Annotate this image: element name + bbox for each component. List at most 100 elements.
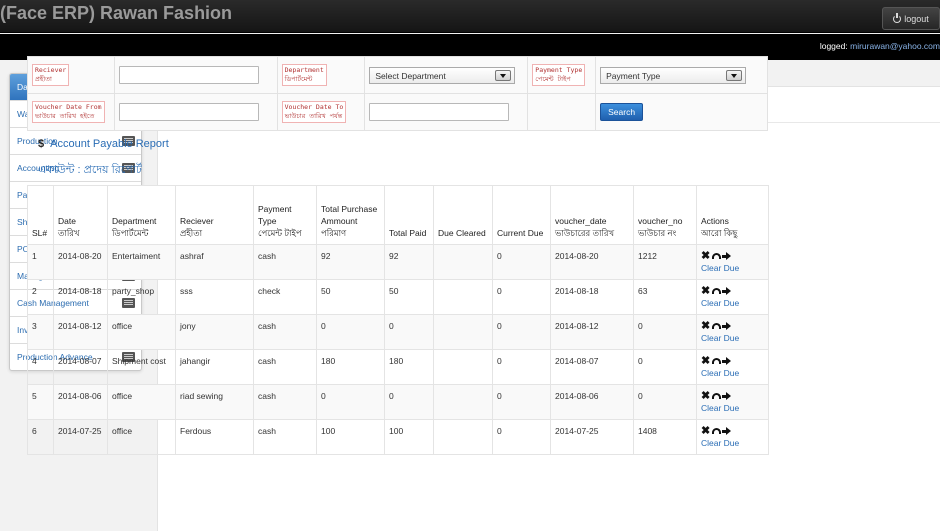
- clear-due-link[interactable]: Clear Due: [701, 333, 764, 344]
- actions-cell: ✖ Clear Due: [696, 384, 769, 420]
- table-cell: cash: [253, 244, 317, 280]
- table-cell: 6: [27, 419, 54, 455]
- undo-icon[interactable]: [712, 323, 722, 329]
- actions-cell: ✖ Clear Due: [696, 314, 769, 350]
- table-cell: 0: [633, 314, 697, 350]
- delete-icon[interactable]: ✖: [701, 251, 710, 262]
- actions-cell: ✖ Clear Due: [696, 279, 769, 315]
- table-cell: 4: [27, 349, 54, 385]
- table-cell: jony: [175, 314, 254, 350]
- column-header: Due Cleared: [433, 185, 493, 245]
- column-header-bn: পেমেন্ট টাইপ: [258, 228, 302, 238]
- column-header: Current Due: [492, 185, 551, 245]
- table-cell: cash: [253, 384, 317, 420]
- department-select[interactable]: Select Department: [369, 66, 516, 84]
- undo-icon[interactable]: [712, 253, 722, 259]
- report-title-text: Account Payable Report: [50, 138, 169, 150]
- column-header: Payment Type পেমেন্ট টাইপ: [253, 185, 317, 245]
- arrow-right-icon[interactable]: [722, 252, 732, 260]
- table-cell: 5: [27, 384, 54, 420]
- delete-icon[interactable]: ✖: [701, 391, 710, 402]
- table-cell: [433, 279, 493, 315]
- column-header: SL#: [27, 185, 54, 245]
- table-cell: 2014-08-07: [53, 349, 108, 385]
- column-header-bn: প্রহীতা: [180, 228, 203, 238]
- clear-due-link[interactable]: Clear Due: [701, 263, 764, 274]
- reciever-label: Reciever প্রহীতা: [32, 64, 70, 86]
- table-cell: 2014-07-25: [550, 419, 634, 455]
- clear-due-link[interactable]: Clear Due: [701, 403, 764, 414]
- table-row: 5 2014-08-06 office riad sewing cash 0 0 0 2014-…: [27, 384, 769, 420]
- table-cell: 63: [633, 279, 697, 315]
- undo-icon[interactable]: [712, 393, 722, 399]
- search-button[interactable]: Search: [600, 103, 644, 121]
- table-cell: 3: [27, 314, 54, 350]
- table-cell: cash: [253, 349, 317, 385]
- table-cell: 100: [384, 419, 434, 455]
- table-cell: sss: [175, 279, 254, 315]
- clear-due-link[interactable]: Clear Due: [701, 368, 764, 379]
- logout-label: logout: [904, 13, 929, 24]
- reciever-input[interactable]: [118, 66, 259, 84]
- arrow-right-icon[interactable]: [722, 287, 732, 295]
- column-header: voucher_no ভাউচার নং: [633, 185, 697, 245]
- table-cell: [433, 349, 493, 385]
- clear-due-link[interactable]: Clear Due: [701, 438, 764, 449]
- column-header: Reciever প্রহীতা: [175, 185, 254, 245]
- table-cell: 1: [27, 244, 54, 280]
- table-cell: [433, 244, 493, 280]
- table-cell: 50: [384, 279, 434, 315]
- table-cell: 2014-08-18: [53, 279, 108, 315]
- undo-icon[interactable]: [712, 358, 722, 364]
- payment-type-select[interactable]: Payment Type: [600, 66, 747, 84]
- delete-icon[interactable]: ✖: [701, 321, 710, 332]
- column-header-en: voucher_no: [638, 216, 683, 226]
- column-header-en: Reciever: [180, 216, 214, 226]
- table-row: 2 2014-08-18 party_shop sss check 50 50 0 2014-0…: [27, 279, 769, 315]
- payable-table: SL# Date তারিখ Department ডিপার্টমেন্ট Reciev…: [27, 185, 769, 455]
- undo-icon[interactable]: [712, 428, 722, 434]
- table-cell: 2014-08-20: [550, 244, 634, 280]
- delete-icon[interactable]: ✖: [701, 426, 710, 437]
- table-row: 6 2014-07-25 office Ferdous cash 100 100 0 2014-…: [27, 419, 769, 455]
- table-header: SL# Date তারিখ Department ডিপার্টমেন্ট Reciev…: [27, 185, 769, 245]
- voucher-to-input[interactable]: [369, 103, 510, 121]
- arrow-right-icon[interactable]: [722, 392, 732, 400]
- undo-icon[interactable]: [712, 288, 722, 294]
- table-cell: 2014-08-06: [550, 384, 634, 420]
- table-cell: 2014-08-06: [53, 384, 108, 420]
- filter-form: Reciever প্রহীতা Department ডিপার্টমেন্ট S…: [27, 56, 768, 131]
- arrow-right-icon[interactable]: [722, 427, 732, 435]
- column-header: Actions আরো কিছু: [696, 185, 769, 245]
- column-header-en: Total Purchase Ammount: [321, 204, 378, 226]
- actions-cell: ✖ Clear Due: [696, 349, 769, 385]
- table-cell: cash: [253, 419, 317, 455]
- delete-icon[interactable]: ✖: [701, 286, 710, 297]
- table-cell: [433, 314, 493, 350]
- table-cell: 1408: [633, 419, 697, 455]
- column-header-bn: ডিপার্টমেন্ট: [112, 228, 149, 238]
- table-cell: 2014-08-12: [53, 314, 108, 350]
- column-header-en: Due Cleared: [438, 228, 486, 238]
- table-cell: 0: [492, 384, 551, 420]
- column-header-bn: পরিমাণ: [321, 228, 347, 238]
- column-header-en: Actions: [701, 216, 729, 226]
- table-cell: 2014-08-07: [550, 349, 634, 385]
- table-cell: 180: [316, 349, 385, 385]
- column-header-en: Total Paid: [389, 228, 427, 238]
- logged-email[interactable]: mirurawan@yahoo.com: [850, 41, 940, 51]
- arrow-right-icon[interactable]: [722, 357, 732, 365]
- column-header: voucher_date ভাউচারের তারিখ: [550, 185, 634, 245]
- clear-due-link[interactable]: Clear Due: [701, 298, 764, 309]
- logout-button[interactable]: logout: [882, 7, 940, 30]
- table-cell: cash: [253, 314, 317, 350]
- voucher-from-input[interactable]: [118, 103, 259, 121]
- table-cell: 0: [633, 384, 697, 420]
- table-body: 1 2014-08-20 Entertaiment ashraf cash 92 92 0 20…: [27, 244, 769, 455]
- top-bar: (Face ERP) Rawan Fashion logout: [0, 0, 940, 33]
- table-cell: 100: [316, 419, 385, 455]
- column-header-bn: আরো কিছু: [701, 228, 738, 238]
- arrow-right-icon[interactable]: [722, 322, 732, 330]
- column-header-en: SL#: [32, 228, 48, 238]
- delete-icon[interactable]: ✖: [701, 356, 710, 367]
